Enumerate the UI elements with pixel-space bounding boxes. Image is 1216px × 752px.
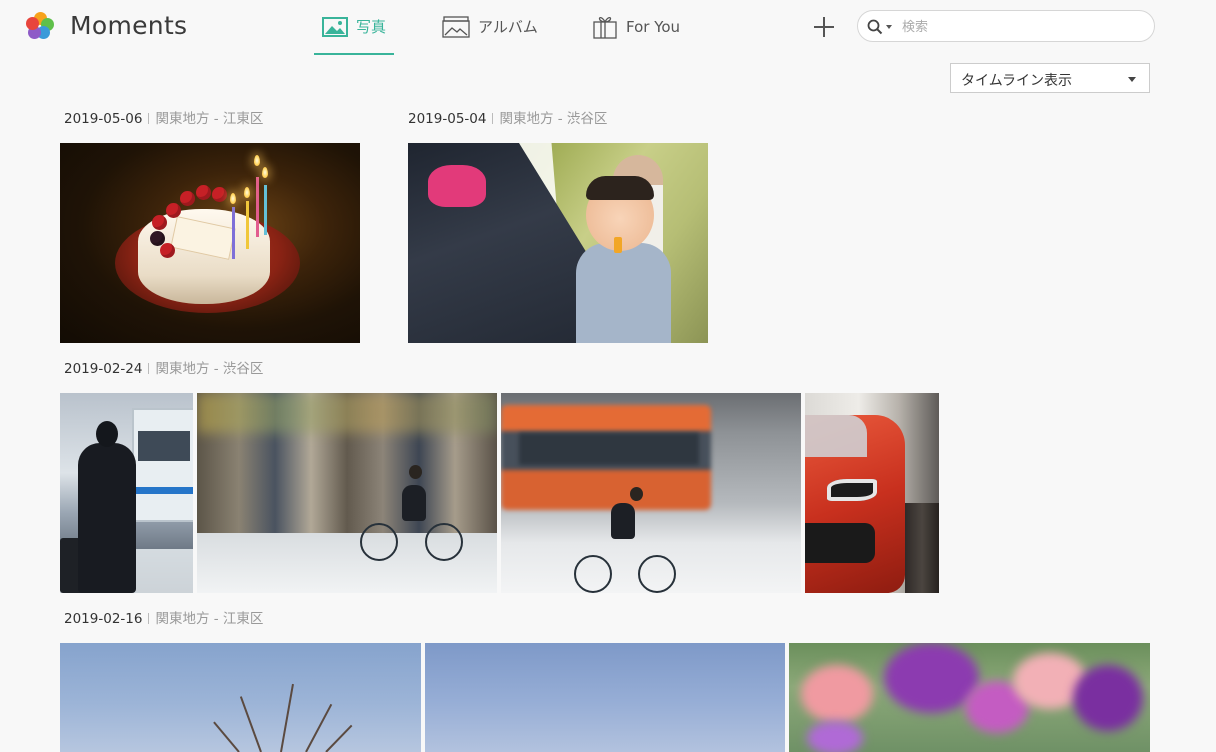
birthday-cake-photo[interactable] <box>60 143 360 343</box>
moment-header: 2019-02-24 関東地方 - 渋谷区 <box>64 357 264 377</box>
moment-header: 2019-05-04 関東地方 - 渋谷区 <box>408 107 608 127</box>
moment-date: 2019-02-16 <box>64 611 143 627</box>
red-car-photo[interactable] <box>805 393 939 593</box>
moment-location: 関東地方 - 江東区 <box>155 111 264 127</box>
view-mode-selected-label: タイムライン表示 <box>961 73 1073 89</box>
app-header: Moments 写真 アルバム For You 検索 <box>0 0 1216 56</box>
moment-separator <box>492 113 494 124</box>
tab-for-you[interactable]: For You <box>592 0 680 53</box>
tree-blossom-sky-photo[interactable] <box>60 643 421 752</box>
search-box[interactable] <box>857 10 1155 42</box>
tab-albums[interactable]: アルバム <box>442 0 538 53</box>
view-mode-select[interactable]: タイムライン表示 <box>950 63 1150 93</box>
app-logo-icon <box>26 12 54 40</box>
purple-flowers-photo[interactable] <box>789 643 1150 752</box>
photo-icon <box>321 16 348 37</box>
moment-location: 関東地方 - 渋谷区 <box>155 361 264 377</box>
search-icon <box>867 19 883 35</box>
moment-separator <box>148 113 150 124</box>
cyclist-orange-bus-photo[interactable] <box>501 393 801 593</box>
moment-header: 2019-05-06 関東地方 - 江東区 <box>64 107 264 127</box>
tab-for-you-label: For You <box>626 17 681 36</box>
tab-photos-label: 写真 <box>355 18 386 36</box>
tab-photos[interactable]: 写真 <box>314 0 394 55</box>
app-title: Moments <box>70 11 188 40</box>
moment-date: 2019-02-24 <box>64 361 143 377</box>
search-input[interactable] <box>902 17 1142 37</box>
moment-header: 2019-02-16 関東地方 - 江東区 <box>64 607 264 627</box>
man-silhouette-bus-photo[interactable] <box>60 393 193 593</box>
moment-date: 2019-05-04 <box>408 111 487 127</box>
moment-separator <box>148 363 150 374</box>
album-icon <box>442 15 470 38</box>
blue-sky-photo[interactable] <box>425 643 785 752</box>
moment-date: 2019-05-06 <box>64 111 143 127</box>
tab-albums-label: アルバム <box>478 18 538 36</box>
search-options-chevron-down-icon[interactable] <box>886 25 892 29</box>
chevron-down-icon <box>1128 77 1136 82</box>
moment-location: 関東地方 - 江東区 <box>155 611 264 627</box>
moment-separator <box>148 613 150 624</box>
gift-icon <box>593 16 617 39</box>
cyclist-crowd-blur-photo[interactable] <box>197 393 497 593</box>
baby-stroller-photo[interactable] <box>408 143 708 343</box>
moment-location: 関東地方 - 渋谷区 <box>499 111 608 127</box>
add-button[interactable] <box>810 13 838 41</box>
